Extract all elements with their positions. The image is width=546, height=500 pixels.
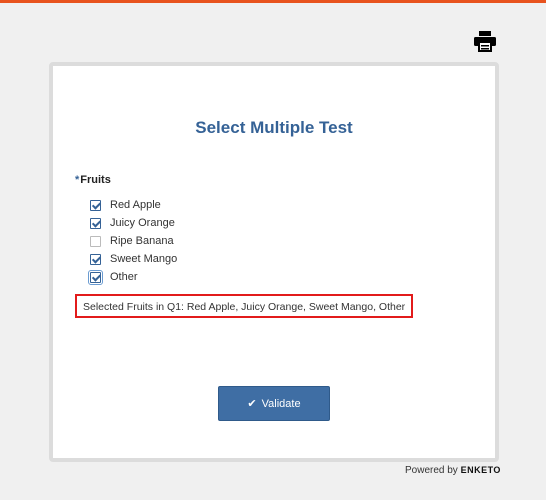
options-list: Red Apple Juicy Orange Ripe Banana Sweet… <box>88 196 177 286</box>
printer-icon <box>474 31 496 52</box>
question-text: Fruits <box>80 174 111 186</box>
option-label: Other <box>110 271 138 283</box>
checkbox[interactable] <box>88 269 103 285</box>
checkbox[interactable] <box>90 235 101 247</box>
checkbox[interactable] <box>90 199 101 211</box>
option-label: Red Apple <box>110 199 161 211</box>
question-label: *Fruits <box>75 174 111 186</box>
option-red-apple[interactable]: Red Apple <box>90 196 177 214</box>
enketo-logo[interactable]: ENKETO <box>461 465 501 475</box>
validate-button[interactable]: ✔ Validate <box>218 386 330 421</box>
option-label: Juicy Orange <box>110 217 175 229</box>
selected-fruits-note: Selected Fruits in Q1: Red Apple, Juicy … <box>75 294 414 318</box>
option-ripe-banana[interactable]: Ripe Banana <box>90 232 177 250</box>
option-label: Ripe Banana <box>110 235 174 247</box>
form-card: Select Multiple Test *Fruits Red Apple J… <box>49 62 499 462</box>
checkbox[interactable] <box>90 217 101 229</box>
option-juicy-orange[interactable]: Juicy Orange <box>90 214 177 232</box>
powered-by: Powered by ENKETO <box>405 465 501 476</box>
option-other[interactable]: Other <box>88 268 177 286</box>
checkbox[interactable] <box>90 253 101 265</box>
check-icon: ✔ <box>247 398 257 410</box>
option-label: Sweet Mango <box>110 253 178 265</box>
form-title: Select Multiple Test <box>195 118 353 137</box>
print-button[interactable] <box>473 30 497 52</box>
validate-label: Validate <box>261 397 301 410</box>
option-sweet-mango[interactable]: Sweet Mango <box>90 250 177 268</box>
required-marker: * <box>75 174 80 186</box>
top-accent-bar <box>0 0 546 3</box>
powered-by-text: Powered by <box>405 465 458 476</box>
